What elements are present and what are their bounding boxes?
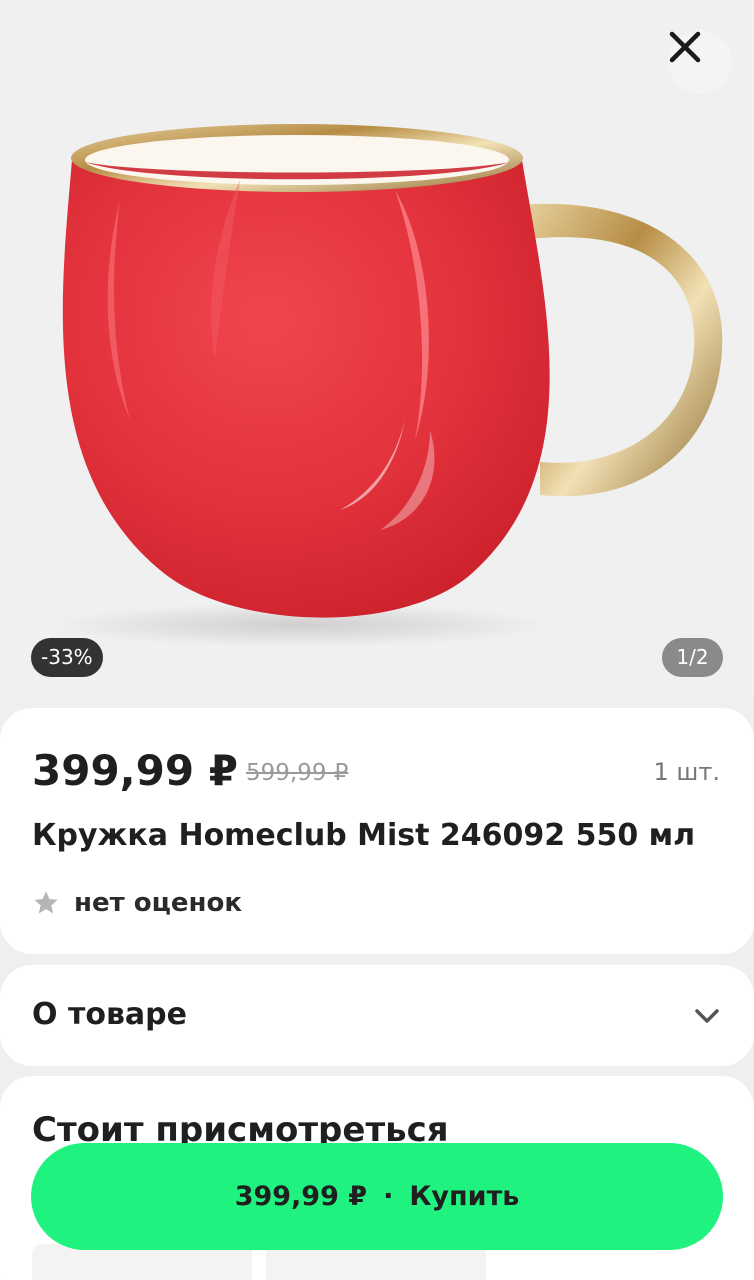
old-price: 599,99 ₽	[246, 760, 349, 786]
buy-button[interactable]: 399,99 ₽ · Купить	[31, 1143, 723, 1250]
buy-button-price: 399,99 ₽	[234, 1181, 368, 1212]
price-row: 399,99 ₽ 599,99 ₽ 1 шт.	[32, 746, 720, 802]
about-product-label: О товаре	[32, 997, 187, 1032]
buy-button-separator: ·	[383, 1181, 394, 1212]
close-icon	[669, 31, 701, 63]
mug-image	[50, 124, 723, 647]
discount-badge: -33%	[31, 638, 103, 677]
current-price: 399,99 ₽	[32, 746, 238, 795]
product-page: -33% 1/2 399,99 ₽ 599,99 ₽ 1 шт. Кружка …	[0, 0, 754, 1280]
star-icon	[34, 891, 58, 914]
product-info-card: 399,99 ₽ 599,99 ₽ 1 шт. Кружка Homeclub …	[0, 708, 754, 954]
rating-text: нет оценок	[74, 888, 242, 918]
product-title: Кружка Homeclub Mist 246092 550 мл	[32, 818, 696, 853]
close-button[interactable]	[668, 30, 732, 94]
image-counter: 1/2	[662, 638, 723, 677]
quantity-unit: 1 шт.	[653, 758, 720, 786]
product-image-gallery[interactable]: -33% 1/2	[0, 0, 754, 700]
buy-button-label: Купить	[409, 1181, 520, 1212]
chevron-down-icon	[695, 1009, 719, 1023]
rating[interactable]: нет оценок	[32, 886, 242, 920]
about-product-accordion[interactable]: О товаре	[0, 965, 754, 1066]
